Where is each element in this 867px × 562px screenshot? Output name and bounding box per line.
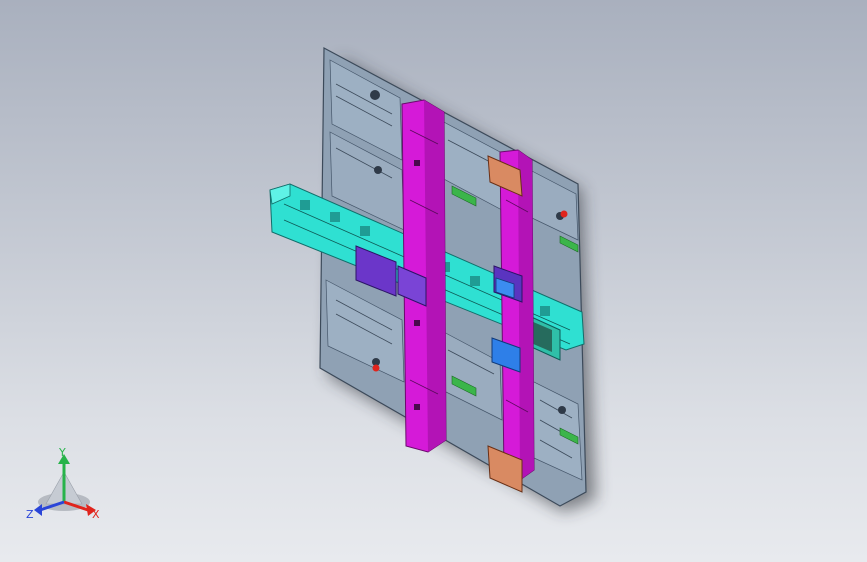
y-axis-label: Y bbox=[58, 446, 66, 459]
upright-right[interactable] bbox=[499, 149, 535, 481]
z-axis-arrow-icon bbox=[34, 504, 42, 516]
x-axis-label: X bbox=[92, 508, 100, 521]
graphics-viewport[interactable]: Y X Z bbox=[0, 0, 867, 562]
fixture-assembly-model[interactable] bbox=[0, 0, 867, 562]
z-axis-label: Z bbox=[26, 508, 34, 521]
coordinate-triad: Y X Z bbox=[26, 446, 100, 521]
